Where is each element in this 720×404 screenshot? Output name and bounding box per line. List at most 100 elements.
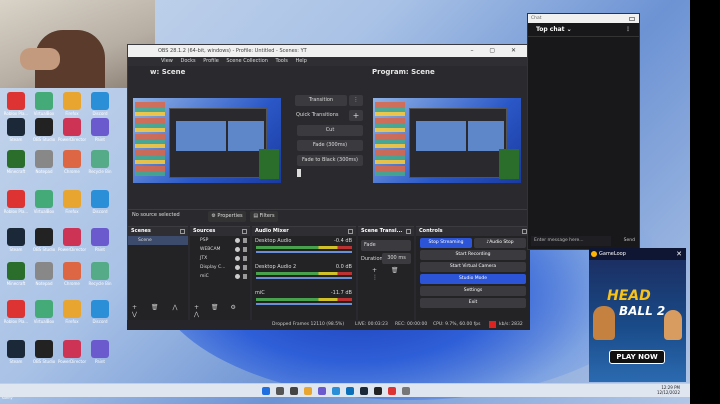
- desktop-icon[interactable]: Notepad: [30, 150, 58, 174]
- scenes-toolbar[interactable]: + 🗑 ⋀ ⋁: [132, 304, 188, 318]
- file-explorer-icon[interactable]: [304, 387, 312, 395]
- obs-titlebar[interactable]: OBS 28.1.2 (64-bit, windows) - Profile: …: [128, 45, 529, 57]
- desktop-icon[interactable]: Discord: [86, 92, 114, 116]
- studio-mode-button[interactable]: Studio Mode: [420, 274, 526, 284]
- desktop-icon[interactable]: Recycle Bin: [86, 150, 114, 174]
- lock-icon[interactable]: [243, 265, 247, 270]
- desktop-icon[interactable]: Steam: [2, 340, 30, 364]
- exit-button[interactable]: Exit: [420, 298, 526, 308]
- search-icon[interactable]: [276, 387, 284, 395]
- transition-menu-button[interactable]: ⋮: [349, 95, 363, 106]
- menu-profile[interactable]: Profile: [203, 58, 219, 64]
- t-bar-slider[interactable]: [297, 169, 301, 177]
- window-controls[interactable]: – ▢ ✕: [470, 45, 523, 57]
- eye-icon[interactable]: [235, 256, 240, 261]
- source-item[interactable]: JTX: [190, 254, 250, 263]
- chat-input[interactable]: Enter message here...: [531, 236, 611, 246]
- transition-button[interactable]: Transition: [295, 95, 347, 106]
- desktop-icon[interactable]: Discord: [86, 190, 114, 214]
- sources-toolbar[interactable]: + 🗑 ⚙ ⋀: [194, 304, 250, 318]
- desktop-icon[interactable]: Firefox: [58, 92, 86, 116]
- volume-slider[interactable]: [256, 277, 352, 279]
- obs-window[interactable]: OBS 28.1.2 (64-bit, windows) - Profile: …: [127, 44, 531, 330]
- desktop-icon[interactable]: PowerDirector: [58, 340, 86, 364]
- transition-toolbar[interactable]: + 🗑 ⋮: [372, 267, 414, 281]
- desktop-icon[interactable]: Firefox: [58, 300, 86, 324]
- start-recording-button[interactable]: Start Recording: [420, 250, 526, 260]
- start-virtual-camera-button[interactable]: Start Virtual Camera: [420, 262, 526, 272]
- taskbar-clock[interactable]: 12:29 PM 12/12/2022: [657, 385, 680, 395]
- preview-canvas[interactable]: [133, 98, 281, 183]
- store-icon[interactable]: [346, 387, 354, 395]
- chat-header[interactable]: Top chat ⌄ ⋮: [528, 23, 639, 37]
- lock-icon[interactable]: [243, 247, 247, 252]
- fade-black-button[interactable]: Fade to Black (300ms): [297, 155, 363, 166]
- duration-input[interactable]: 300 ms: [382, 253, 411, 264]
- steam-icon[interactable]: [360, 387, 368, 395]
- volume-slider[interactable]: [256, 303, 352, 305]
- menu-tools[interactable]: Tools: [276, 58, 288, 64]
- desktop-icon[interactable]: Roblox Pla...: [2, 92, 30, 116]
- properties-button[interactable]: ⚙ Properties: [208, 211, 246, 222]
- obs-icon[interactable]: [374, 387, 382, 395]
- eye-icon[interactable]: [235, 247, 240, 252]
- task-view-icon[interactable]: [290, 387, 298, 395]
- settings-button[interactable]: Settings: [420, 286, 526, 296]
- desktop-icon[interactable]: VirtualBox: [30, 92, 58, 116]
- desktop-icon[interactable]: Discord: [86, 300, 114, 324]
- menu-view[interactable]: View: [161, 58, 173, 64]
- desktop-icon[interactable]: Roblox Pla...: [2, 300, 30, 324]
- desktop-icon[interactable]: Steam: [2, 118, 30, 142]
- audio-stop-button[interactable]: ♪Audio Stop: [474, 238, 526, 248]
- source-item[interactable]: miC: [190, 272, 250, 281]
- desktop-icon[interactable]: OBS Studio: [30, 118, 58, 142]
- desktop-icon[interactable]: OBS Studio: [30, 228, 58, 252]
- send-button[interactable]: Send: [624, 236, 635, 246]
- close-icon[interactable]: ✕: [676, 248, 682, 260]
- desktop-icon[interactable]: PowerDirector: [58, 118, 86, 142]
- desktop-icon[interactable]: Minecraft: [2, 150, 30, 174]
- desktop-icon[interactable]: Minecraft: [2, 262, 30, 286]
- desktop-icon[interactable]: Firefox: [58, 190, 86, 214]
- stop-streaming-button[interactable]: Stop Streaming: [420, 238, 472, 248]
- gameloop-ad[interactable]: GameLoop ✕ HEAD BALL 2 PLAY NOW: [589, 248, 686, 382]
- chrome-icon[interactable]: [388, 387, 396, 395]
- menu-help[interactable]: Help: [295, 58, 306, 64]
- desktop-icon[interactable]: Notepad: [30, 262, 58, 286]
- desktop-icon[interactable]: VirtualBox: [30, 190, 58, 214]
- chat-menu-icon[interactable]: ⋮: [625, 23, 631, 37]
- menu-scene-collection[interactable]: Scene Collection: [226, 58, 268, 64]
- source-item[interactable]: WEBCAM: [190, 245, 250, 254]
- desktop-icon[interactable]: OBS Studio: [30, 340, 58, 364]
- teams-icon[interactable]: [318, 387, 326, 395]
- lock-icon[interactable]: [243, 274, 247, 279]
- desktop-icon[interactable]: Chrome: [58, 262, 86, 286]
- play-now-button[interactable]: PLAY NOW: [609, 350, 665, 364]
- desktop-icon[interactable]: Chrome: [58, 150, 86, 174]
- add-quick-transition-button[interactable]: +: [349, 110, 363, 121]
- desktop-icon[interactable]: PowerDirector: [58, 228, 86, 252]
- chat-titlebar[interactable]: Chat: [528, 14, 639, 23]
- fade-300-button[interactable]: Fade (300ms): [297, 140, 363, 151]
- cut-button[interactable]: Cut: [297, 125, 363, 136]
- scene-item[interactable]: Scene: [128, 236, 188, 245]
- desktop-icon[interactable]: Recycle Bin: [86, 262, 114, 286]
- desktop-icon[interactable]: Paint: [86, 118, 114, 142]
- volume-slider[interactable]: [256, 251, 352, 253]
- edge-icon[interactable]: [332, 387, 340, 395]
- app-icon[interactable]: [402, 387, 410, 395]
- lock-icon[interactable]: [243, 256, 247, 261]
- desktop-icon[interactable]: Paint: [86, 228, 114, 252]
- source-item[interactable]: PSP: [190, 236, 250, 245]
- desktop-icon[interactable]: Steam: [2, 228, 30, 252]
- desktop-icon[interactable]: VirtualBox: [30, 300, 58, 324]
- source-item[interactable]: Display C...: [190, 263, 250, 272]
- start-icon[interactable]: [262, 387, 270, 395]
- eye-icon[interactable]: [235, 238, 240, 243]
- weather-widget[interactable]: sunny: [2, 396, 13, 400]
- filters-button[interactable]: ▤ Filters: [250, 211, 278, 222]
- lock-icon[interactable]: [243, 238, 247, 243]
- eye-icon[interactable]: [235, 274, 240, 279]
- desktop-icon[interactable]: Paint: [86, 340, 114, 364]
- desktop-icon[interactable]: Roblox Pla...: [2, 190, 30, 214]
